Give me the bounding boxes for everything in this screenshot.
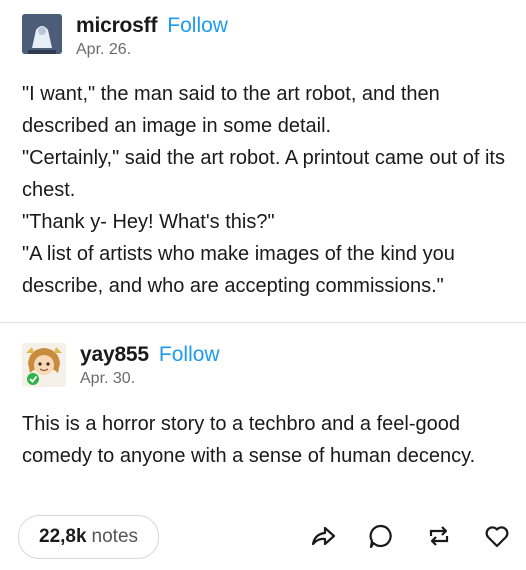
post-reblog: yay855 Follow Apr. 30. This is a horror … [0, 323, 526, 513]
post-body: This is a horror story to a techbro and … [22, 408, 506, 472]
post-original: microsff Follow Apr. 26. "I want," the m… [0, 0, 526, 322]
notes-button[interactable]: 22,8k notes [18, 515, 160, 559]
notes-label: notes [91, 526, 139, 547]
follow-button[interactable]: Follow [159, 343, 220, 367]
post-paragraph: This is a horror story to a techbro and … [22, 413, 476, 467]
post-meta: microsff Follow Apr. 26. [76, 14, 228, 59]
username[interactable]: microsff [76, 14, 157, 38]
post-meta: yay855 Follow Apr. 30. [80, 343, 220, 388]
post-header: microsff Follow Apr. 26. [22, 14, 228, 59]
post-date[interactable]: Apr. 30. [80, 370, 220, 388]
notes-count: 22,8k [39, 526, 87, 547]
reblog-icon[interactable] [424, 521, 454, 551]
like-icon[interactable] [482, 521, 512, 551]
post-paragraph: "Thank y- Hey! What's this?" [22, 211, 275, 233]
post-footer: 22,8k notes [0, 513, 526, 570]
post-body: "I want," the man said to the art robot,… [22, 78, 506, 302]
post-actions [280, 521, 512, 551]
username[interactable]: yay855 [80, 343, 149, 367]
post-paragraph: "I want," the man said to the art robot,… [22, 83, 440, 137]
share-icon[interactable] [308, 521, 338, 551]
reply-icon[interactable] [366, 521, 396, 551]
post-paragraph: "Certainly," said the art robot. A print… [22, 147, 505, 201]
post-header: yay855 Follow Apr. 30. [22, 343, 220, 388]
post-date[interactable]: Apr. 26. [76, 41, 228, 59]
follow-button[interactable]: Follow [167, 14, 228, 38]
post-paragraph: "A list of artists who make images of th… [22, 243, 455, 297]
character-avatar-icon[interactable] [22, 343, 66, 387]
robot-avatar-icon[interactable] [22, 14, 62, 54]
